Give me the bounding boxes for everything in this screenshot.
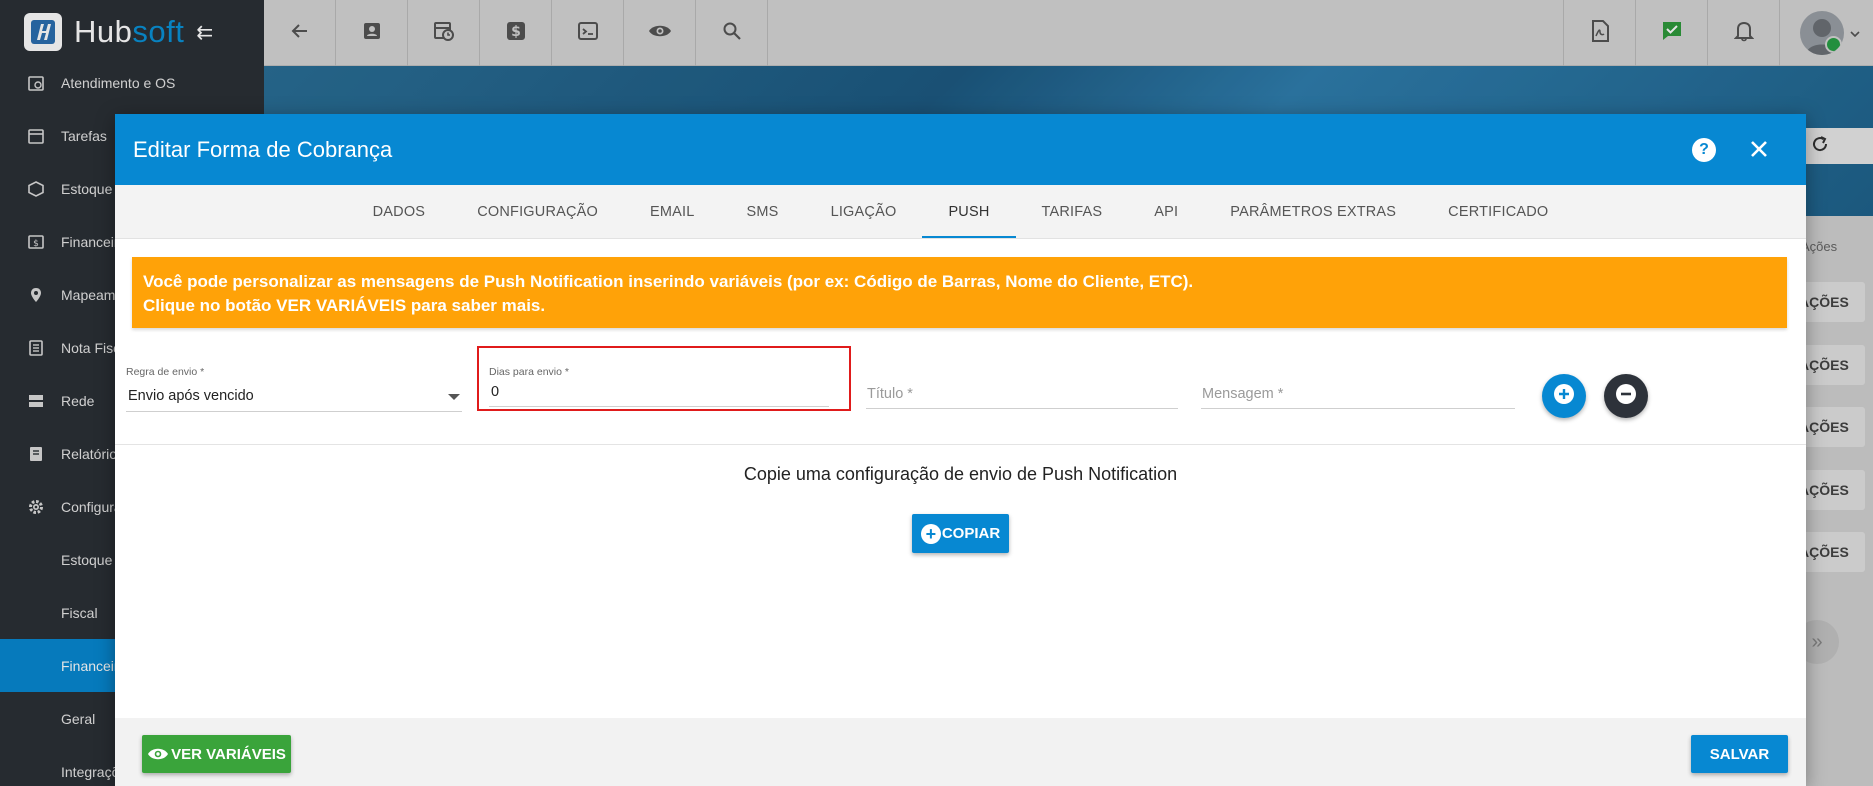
titulo-input[interactable] [866,366,1178,409]
save-button[interactable]: SALVAR [1691,735,1788,773]
caret-down-icon [448,394,460,400]
view-variables-button[interactable]: VER VARIÁVEIS [142,735,291,773]
close-icon[interactable] [1746,136,1772,162]
tab-certificado[interactable]: CERTIFICADO [1422,185,1574,238]
copy-config-text: Copie uma configuração de envio de Push … [743,464,1178,484]
plus-circle-icon [1553,383,1575,410]
remove-row-button[interactable] [1604,374,1648,418]
tab-tarifas[interactable]: TARIFAS [1016,185,1129,238]
mensagem-input[interactable] [1201,366,1515,409]
mensagem-field [1201,366,1515,412]
divider [115,444,1806,445]
edit-billing-modal: Editar Forma de Cobrança ? DADOS CONFIGU… [115,114,1806,786]
minus-circle-icon [1615,383,1637,410]
modal-title: Editar Forma de Cobrança [133,136,393,162]
copy-button[interactable]: + COPIAR [912,514,1009,553]
tab-sms[interactable]: SMS [721,185,805,238]
regra-envio-select[interactable]: Regra de envio * Envio após vencido [126,366,462,412]
eye-icon [147,747,169,761]
tab-email[interactable]: EMAIL [624,185,721,238]
modal-footer: VER VARIÁVEIS SALVAR [115,718,1806,786]
alert-line-1: Você pode personalizar as mensagens de P… [143,272,1194,291]
tab-ligacao[interactable]: LIGAÇÃO [805,185,923,238]
modal-tabs: DADOS CONFIGURAÇÃO EMAIL SMS LIGAÇÃO PUS… [115,185,1806,239]
tab-configuracao[interactable]: CONFIGURAÇÃO [451,185,624,238]
alert-line-2: Clique no botão VER VARIÁVEIS para saber… [143,296,546,315]
view-variables-label: VER VARIÁVEIS [171,745,286,763]
dias-envio-field-highlighted: Dias para envio * [477,346,851,411]
regra-envio-value: Envio após vencido [128,388,254,404]
help-icon[interactable]: ? [1692,138,1716,162]
tab-dados[interactable]: DADOS [347,185,452,238]
tab-parametros-extras[interactable]: PARÂMETROS EXTRAS [1204,185,1422,238]
info-alert: Você pode personalizar as mensagens de P… [132,257,1787,328]
dias-envio-input[interactable] [489,384,829,407]
tab-api[interactable]: API [1128,185,1204,238]
titulo-field [866,366,1178,412]
modal-header: Editar Forma de Cobrança ? [115,114,1806,185]
regra-envio-label: Regra de envio * [126,366,205,378]
add-row-button[interactable] [1542,374,1586,418]
dias-envio-label: Dias para envio * [489,366,569,378]
tab-push[interactable]: PUSH [922,185,1016,238]
plus-circle-icon: + [920,523,941,544]
copy-button-label: COPIAR [941,525,1001,542]
